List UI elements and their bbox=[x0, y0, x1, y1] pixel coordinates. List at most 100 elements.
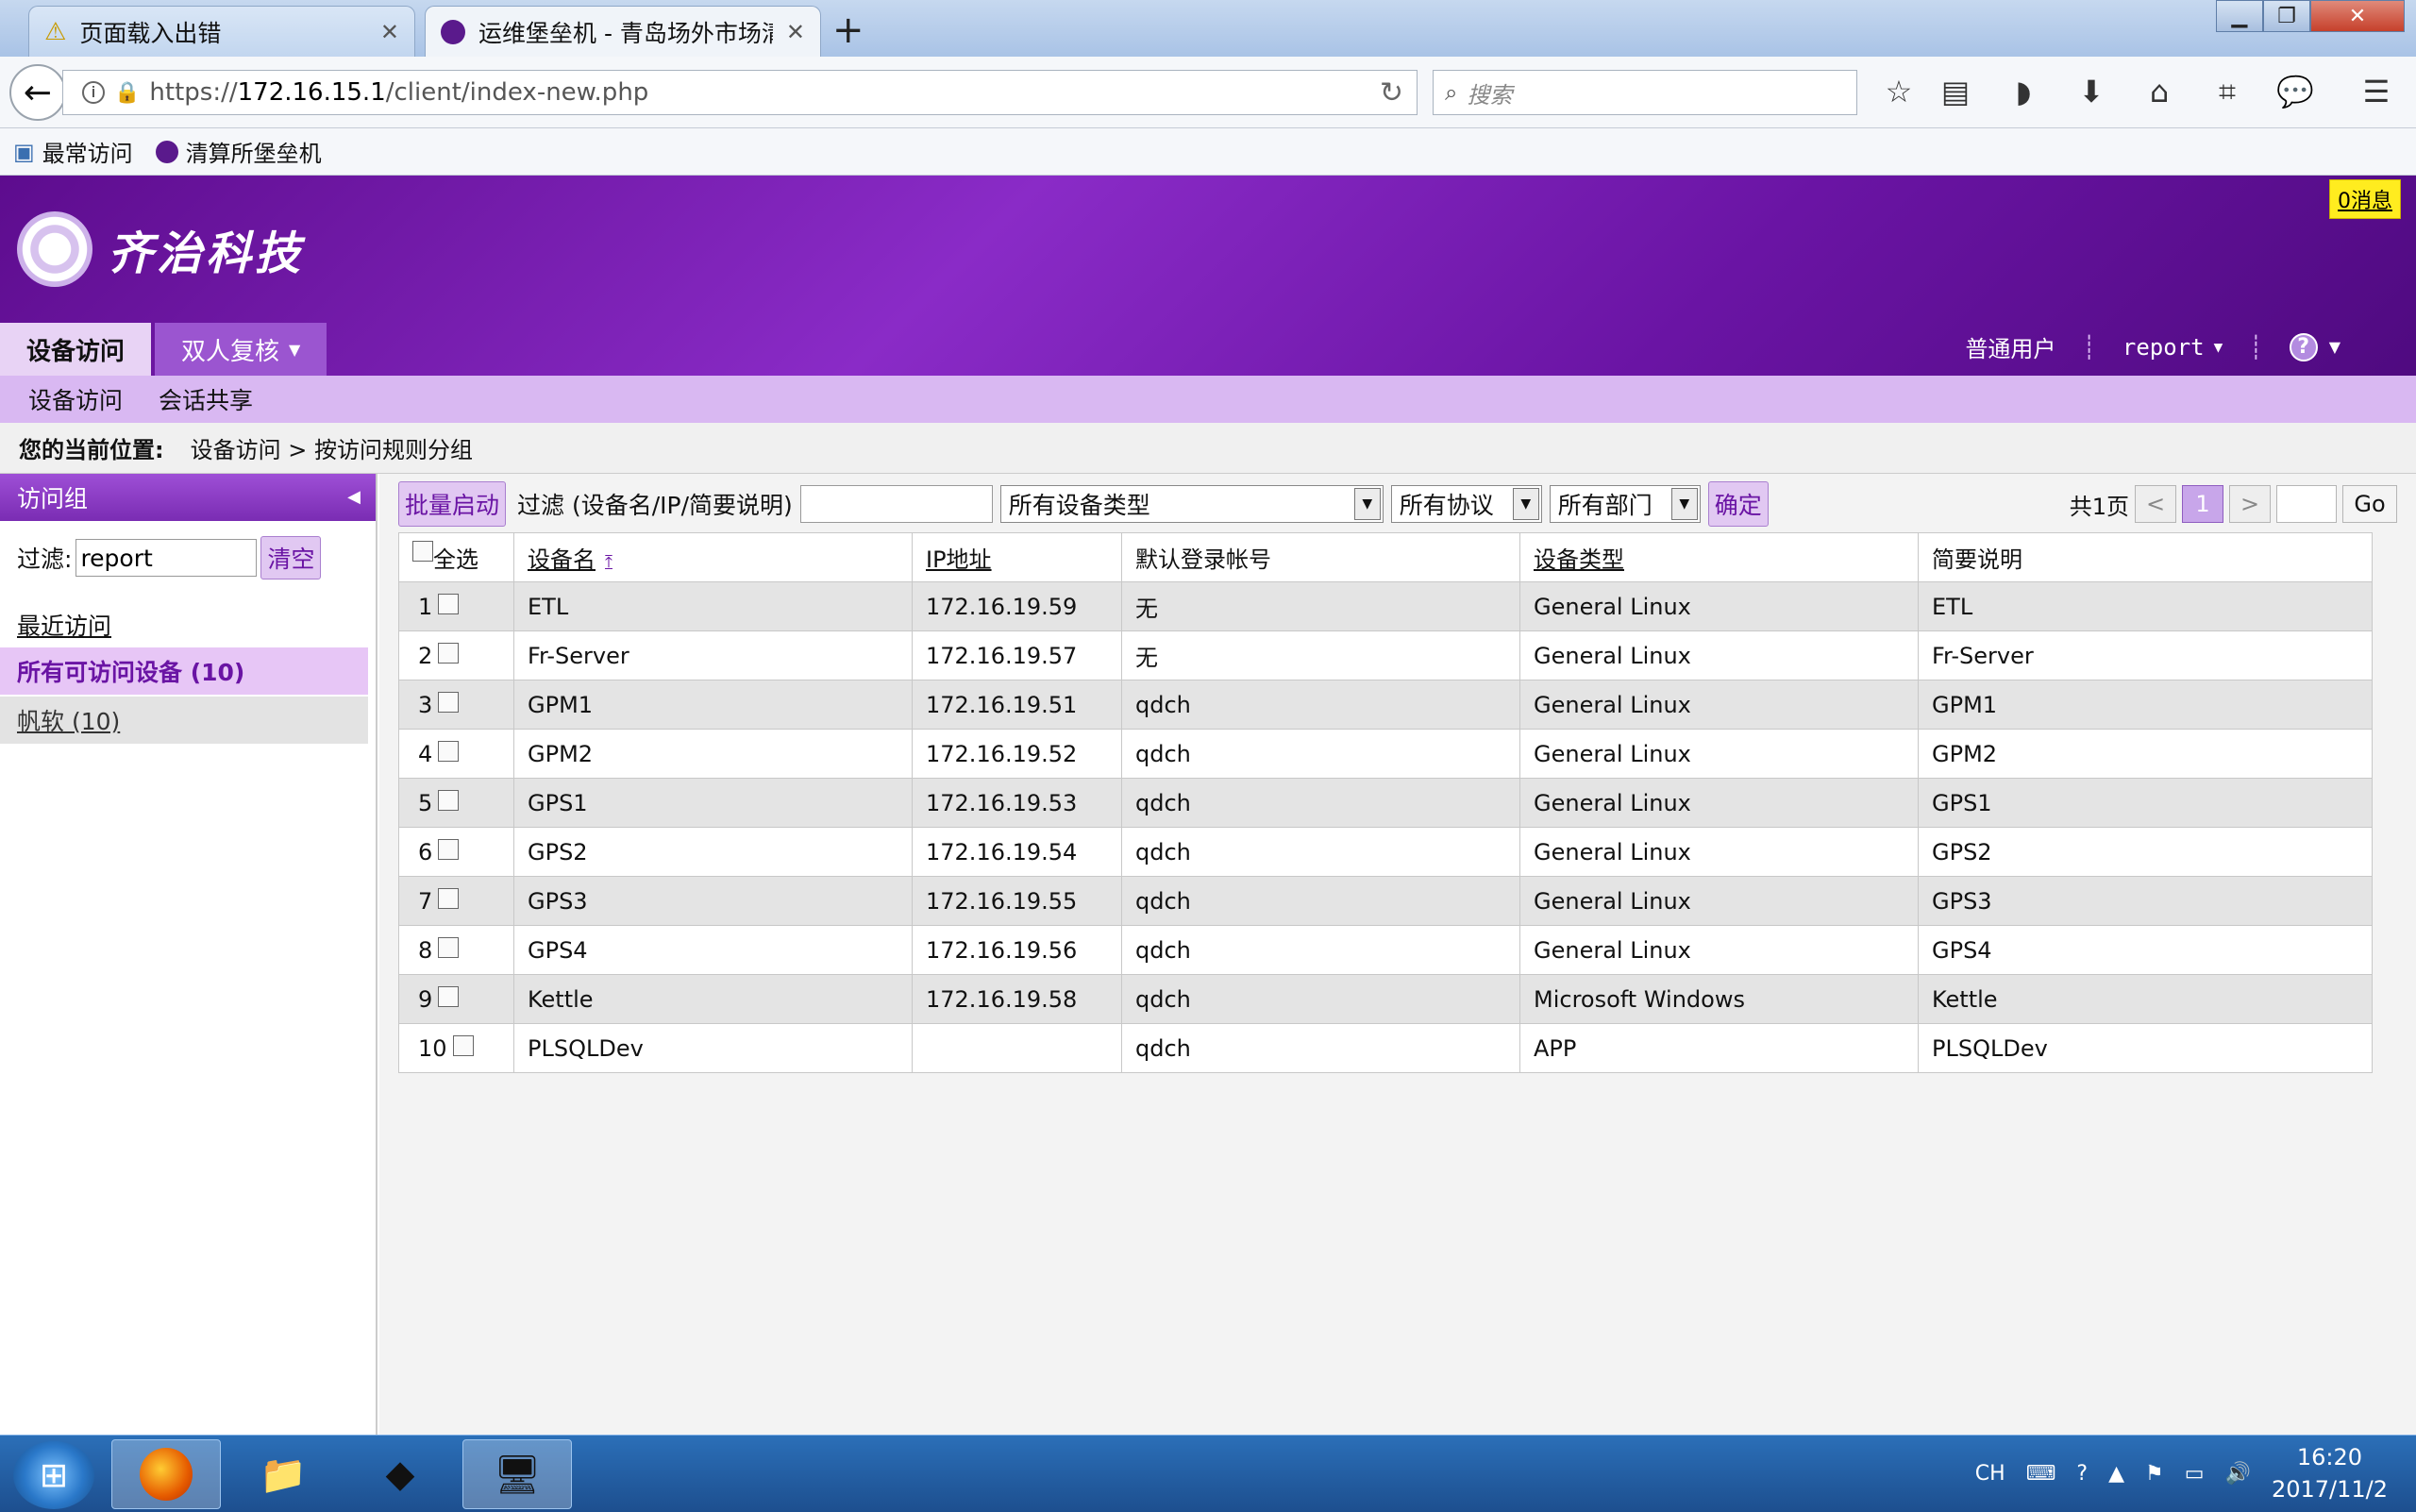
row-checkbox[interactable] bbox=[438, 887, 460, 909]
group-fanruan-item[interactable]: 帆软 (10) bbox=[0, 697, 368, 744]
next-page-button[interactable]: > bbox=[2229, 485, 2271, 523]
help-tray-icon[interactable]: ? bbox=[2076, 1462, 2088, 1486]
remote-desktop-icon[interactable]: 🖥 bbox=[462, 1439, 572, 1509]
go-button[interactable]: Go bbox=[2342, 485, 2397, 523]
address-bar[interactable]: i 🔒 https://172.16.15.1/client/index-new… bbox=[62, 70, 1418, 115]
row-checkbox[interactable] bbox=[438, 593, 460, 614]
device-name-cell[interactable]: Fr-Server bbox=[513, 630, 913, 680]
row-checkbox[interactable] bbox=[438, 691, 460, 713]
window-maximize-button[interactable]: ❐ bbox=[2263, 0, 2310, 32]
reading-list-icon[interactable]: ▤ bbox=[1935, 74, 1976, 109]
group-filter-input[interactable] bbox=[76, 539, 258, 577]
window-minimize-button[interactable]: ▁ bbox=[2216, 0, 2263, 32]
firefox-taskbar-icon[interactable] bbox=[111, 1439, 221, 1509]
account-cell: qdch bbox=[1121, 925, 1520, 975]
clear-button[interactable]: 清空 bbox=[260, 536, 322, 580]
device-name-cell[interactable]: GPS1 bbox=[513, 778, 913, 828]
table-row[interactable]: 9 Kettle 172.16.19.58 qdch Microsoft Windows… bbox=[398, 974, 2373, 1024]
collapse-arrow-icon[interactable]: ◀ bbox=[347, 487, 361, 507]
menu-hamburger-icon[interactable]: ☰ bbox=[2356, 74, 2397, 109]
device-name-cell[interactable]: GPS4 bbox=[513, 925, 913, 975]
prev-page-button[interactable]: < bbox=[2135, 485, 2176, 523]
select-all-header[interactable]: 全选 bbox=[398, 532, 514, 582]
help-menu[interactable]: ? ▼ bbox=[2289, 332, 2340, 361]
explorer-folder-icon[interactable]: 📁 bbox=[228, 1439, 338, 1509]
device-name-cell[interactable]: Kettle bbox=[513, 974, 913, 1024]
clock[interactable]: 16:20 2017/11/2 bbox=[2272, 1441, 2388, 1505]
device-filter-input[interactable] bbox=[799, 485, 993, 523]
search-input[interactable]: ⌕ 搜索 bbox=[1433, 70, 1857, 115]
bookmark-most-visited[interactable]: ▣ 最常访问 bbox=[13, 135, 133, 168]
device-name-cell[interactable]: GPS2 bbox=[513, 827, 913, 877]
menu-tab-dual-review[interactable]: 双人复核 ▼ bbox=[155, 323, 327, 376]
page-number-input[interactable] bbox=[2276, 485, 2337, 523]
device-type-select[interactable]: 所有设备类型 ▼ bbox=[999, 485, 1384, 523]
device-name-cell[interactable]: ETL bbox=[513, 581, 913, 631]
table-row[interactable]: 5 GPS1 172.16.19.53 qdch General Linux GPS1 bbox=[398, 778, 2373, 828]
device-name-cell[interactable]: GPM2 bbox=[513, 729, 913, 779]
table-row[interactable]: 2 Fr-Server 172.16.19.57 无 General Linux Fr-S… bbox=[398, 630, 2373, 680]
show-hidden-icons-arrow[interactable]: ▲ bbox=[2108, 1462, 2124, 1486]
tab-title: 页面载入出错 bbox=[79, 19, 222, 47]
start-windows-icon[interactable]: ⊞ bbox=[13, 1441, 94, 1509]
volume-icon[interactable]: 🔊 bbox=[2225, 1462, 2251, 1486]
device-name-cell[interactable]: GPM1 bbox=[513, 680, 913, 730]
row-checkbox[interactable] bbox=[438, 789, 460, 811]
submenu-session-share[interactable]: 会话共享 bbox=[159, 382, 253, 416]
header-device-name[interactable]: 设备名 ⤒ bbox=[513, 532, 913, 582]
crop-icon[interactable]: ⌗ bbox=[2206, 74, 2248, 110]
language-indicator[interactable]: CH bbox=[1975, 1462, 2005, 1486]
message-badge[interactable]: 0消息 bbox=[2329, 179, 2401, 219]
row-checkbox[interactable] bbox=[438, 740, 460, 762]
row-checkbox[interactable] bbox=[438, 936, 460, 958]
tab-close-icon[interactable]: ✕ bbox=[380, 19, 399, 45]
device-name-cell[interactable]: PLSQLDev bbox=[513, 1023, 913, 1073]
department-select[interactable]: 所有部门 ▼ bbox=[1549, 485, 1701, 523]
submenu-device-access[interactable]: 设备访问 bbox=[28, 382, 123, 416]
protocol-select[interactable]: 所有协议 ▼ bbox=[1390, 485, 1542, 523]
download-icon[interactable]: ⬇ bbox=[2071, 74, 2112, 109]
group-filter: 过滤: 清空 bbox=[17, 536, 322, 580]
table-row[interactable]: 8 GPS4 172.16.19.56 qdch General Linux GPS4 bbox=[398, 925, 2373, 975]
recent-access-link[interactable]: 最近访问 bbox=[17, 608, 111, 642]
table-row[interactable]: 6 GPS2 172.16.19.54 qdch General Linux GPS2 bbox=[398, 827, 2373, 877]
chat-icon[interactable]: 💬 bbox=[2274, 74, 2316, 109]
row-checkbox[interactable] bbox=[438, 985, 460, 1007]
bookmark-bastion[interactable]: 清算所堡垒机 bbox=[155, 135, 322, 168]
device-name-cell[interactable]: GPS3 bbox=[513, 876, 913, 926]
row-checkbox[interactable] bbox=[438, 838, 460, 860]
table-row[interactable]: 1 ETL 172.16.19.59 无 General Linux ETL bbox=[398, 581, 2373, 631]
table-row[interactable]: 4 GPM2 172.16.19.52 qdch General Linux GPM2 bbox=[398, 729, 2373, 779]
new-tab-plus-icon[interactable]: + bbox=[832, 9, 864, 51]
info-icon[interactable]: i bbox=[82, 81, 105, 104]
confirm-button[interactable]: 确定 bbox=[1707, 481, 1769, 527]
app-taskbar-icon[interactable]: ◆ bbox=[345, 1439, 455, 1509]
menu-tab-device-access[interactable]: 设备访问 bbox=[0, 323, 152, 376]
pocket-icon[interactable]: ◗ bbox=[2003, 74, 2044, 109]
current-page[interactable]: 1 bbox=[2182, 485, 2223, 523]
tab-bastion[interactable]: 运维堡垒机 - 青岛场外市场清 ✕ bbox=[425, 6, 821, 57]
batch-start-button[interactable]: 批量启动 bbox=[398, 481, 507, 527]
reload-icon[interactable]: ↻ bbox=[1380, 76, 1403, 109]
home-icon[interactable]: ⌂ bbox=[2139, 74, 2180, 109]
bookmark-star-icon[interactable]: ☆ bbox=[1878, 74, 1920, 109]
account-cell: qdch bbox=[1121, 680, 1520, 730]
table-row[interactable]: 10 PLSQLDev qdch APP PLSQLDev bbox=[398, 1023, 2373, 1073]
header-ip[interactable]: IP地址 bbox=[912, 532, 1122, 582]
tab-page-load-error[interactable]: ⚠ 页面载入出错 ✕ bbox=[28, 6, 415, 57]
all-devices-item[interactable]: 所有可访问设备 (10) bbox=[0, 647, 368, 695]
header-device-type[interactable]: 设备类型 bbox=[1519, 532, 1919, 582]
keyboard-icon[interactable]: ⌨ bbox=[2026, 1462, 2056, 1486]
action-center-flag-icon[interactable]: ⚑ bbox=[2145, 1462, 2164, 1486]
back-arrow-icon[interactable]: ← bbox=[9, 64, 66, 121]
network-icon[interactable]: ▭ bbox=[2185, 1462, 2205, 1486]
filter-label: 过滤 (设备名/IP/简要说明) bbox=[517, 492, 793, 519]
user-menu[interactable]: report ▼ bbox=[2122, 334, 2223, 361]
row-checkbox[interactable] bbox=[452, 1034, 474, 1056]
select-all-checkbox[interactable] bbox=[412, 541, 433, 562]
table-row[interactable]: 3 GPM1 172.16.19.51 qdch General Linux GPM1 bbox=[398, 680, 2373, 730]
tab-close-icon[interactable]: ✕ bbox=[786, 19, 805, 45]
window-close-button[interactable]: ✕ bbox=[2310, 0, 2405, 32]
row-checkbox[interactable] bbox=[438, 642, 460, 664]
table-row[interactable]: 7 GPS3 172.16.19.55 qdch General Linux GPS3 bbox=[398, 876, 2373, 926]
